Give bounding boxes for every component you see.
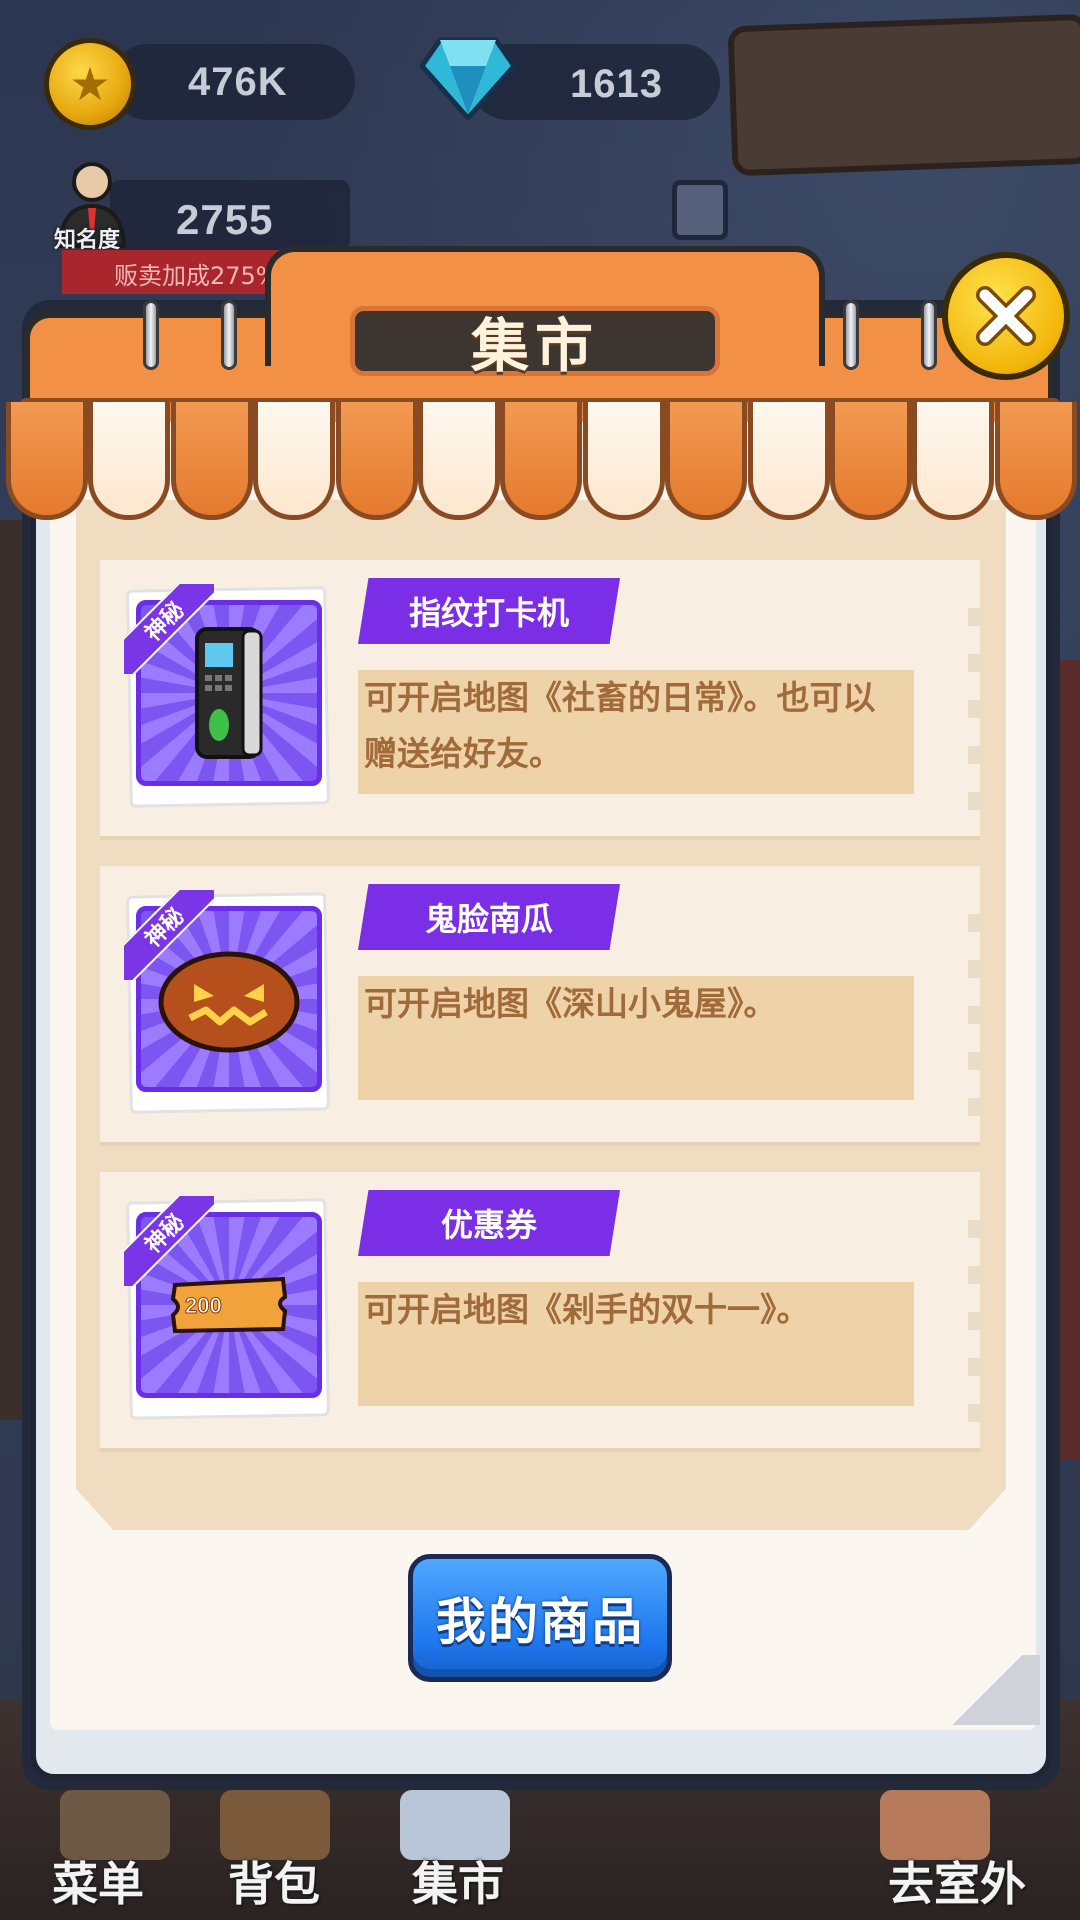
close-button[interactable] xyxy=(942,252,1070,380)
item-name-tag: 优惠券 xyxy=(358,1190,620,1256)
awning-stripe xyxy=(335,402,418,520)
my-goods-button[interactable]: 我的商品 xyxy=(408,1554,672,1682)
nav-backpack[interactable]: 背包 xyxy=(228,1848,320,1914)
awning-stripe xyxy=(830,402,913,520)
air-conditioner-decor xyxy=(727,13,1080,177)
awning-stripe xyxy=(665,402,748,520)
market-item-card[interactable]: 神秘 指纹打卡机 可开启地图《社畜的日常》。也可以赠送给好友。 xyxy=(100,560,982,840)
wall-plug-decor xyxy=(672,180,728,240)
awning-stripe xyxy=(170,402,253,520)
binder-ring-icon xyxy=(143,300,159,370)
mystery-ribbon: 神秘 xyxy=(124,890,214,980)
awning-stripe xyxy=(582,402,665,520)
item-description: 可开启地图《剁手的双十一》。 xyxy=(358,1282,914,1406)
binder-ring-icon xyxy=(221,300,237,370)
market-item-card[interactable]: 200 神秘 优惠券 可开启地图《剁手的双十一》。 xyxy=(100,1172,982,1452)
mystery-ribbon: 神秘 xyxy=(124,584,214,674)
awning-stripe xyxy=(6,402,88,520)
close-icon xyxy=(976,286,1036,346)
mystery-ribbon: 神秘 xyxy=(124,1196,214,1286)
diamond-icon xyxy=(420,37,516,120)
nav-menu[interactable]: 菜单 xyxy=(52,1848,144,1914)
binder-ring-icon xyxy=(921,300,937,370)
coin-icon: ★ xyxy=(44,38,136,130)
market-item-card[interactable]: 神秘 鬼脸南瓜 可开启地图《深山小鬼屋》。 xyxy=(100,866,982,1146)
item-name-tag: 指纹打卡机 xyxy=(358,578,620,644)
awning-stripe xyxy=(253,402,336,520)
fame-value: 2755 xyxy=(176,196,274,243)
awning-stripe xyxy=(912,402,995,520)
item-name-tag: 鬼脸南瓜 xyxy=(358,884,620,950)
my-goods-label: 我的商品 xyxy=(436,1593,644,1651)
card-notches xyxy=(968,1192,982,1432)
awning-stripe xyxy=(747,402,830,520)
nav-go-outside[interactable]: 去室外 xyxy=(888,1848,1026,1914)
gem-value: 1613 xyxy=(570,62,663,106)
coupon-value: 200 xyxy=(185,1293,222,1318)
item-description: 可开启地图《社畜的日常》。也可以赠送给好友。 xyxy=(358,670,914,794)
nav-market[interactable]: 集市 xyxy=(412,1848,504,1914)
awning-stripe xyxy=(88,402,171,520)
page-curl-decor xyxy=(935,1655,1040,1725)
modal-title-plate: 集市 xyxy=(350,306,720,380)
modal-title: 集市 xyxy=(470,312,599,380)
awning-stripe xyxy=(500,402,583,520)
awning-stripe xyxy=(994,402,1077,520)
item-description: 可开启地图《深山小鬼屋》。 xyxy=(358,976,914,1100)
card-notches xyxy=(968,580,982,820)
shop-awning xyxy=(6,402,1077,522)
card-notches xyxy=(968,886,982,1126)
awning-stripe xyxy=(418,402,501,520)
binder-ring-icon xyxy=(843,300,859,370)
fame-label: 知名度 xyxy=(54,228,121,253)
coin-value: 476K xyxy=(188,60,288,104)
